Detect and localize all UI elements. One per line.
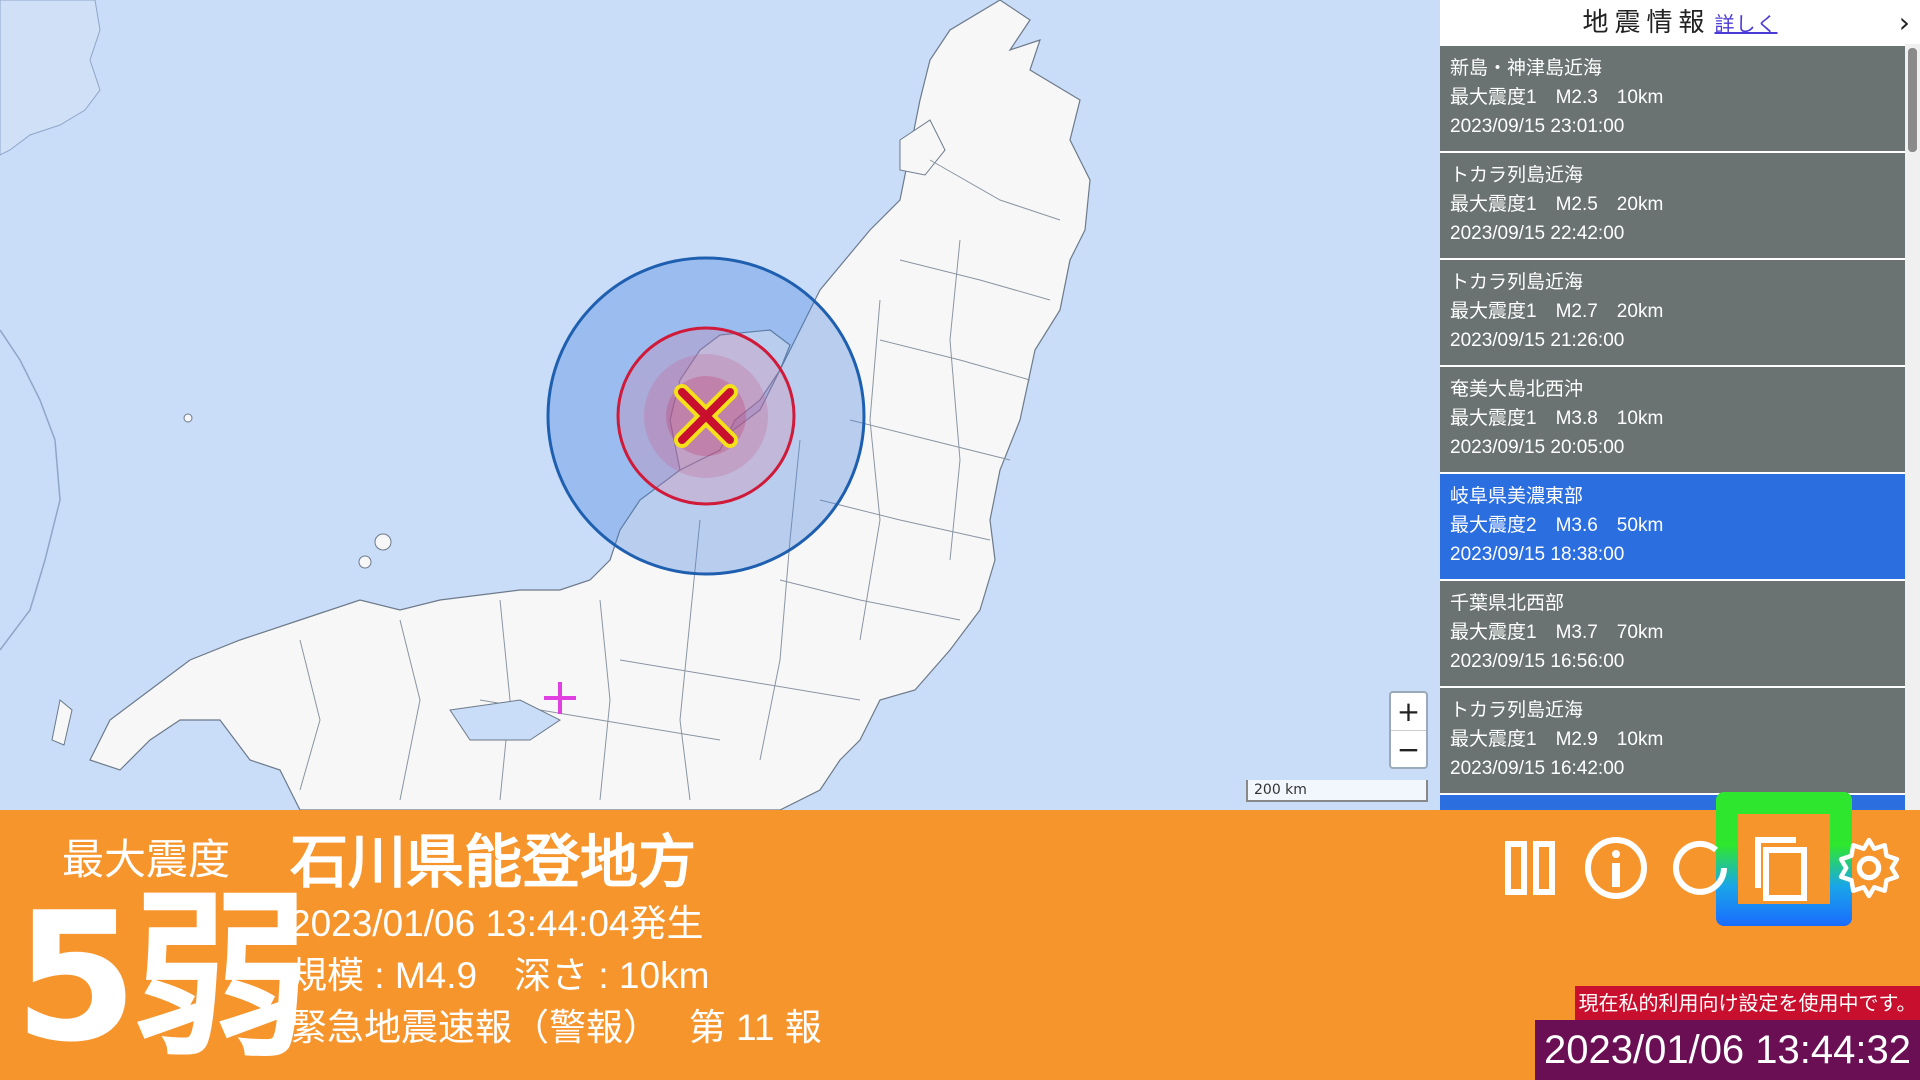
current-time-clock: 2023/01/06 13:44:32 — [1535, 1020, 1920, 1080]
details-link[interactable]: 詳しく — [1715, 12, 1778, 36]
list-item[interactable]: 千葉県北西部 最大震度1 M3.7 70km 2023/09/15 16:56:… — [1440, 579, 1905, 686]
occurred-time: 2023/01/06 13:44:04発生 — [290, 903, 704, 944]
alert-panel: 最大震度 5弱 石川県能登地方 2023/01/06 13:44:04発生 規模… — [0, 792, 1920, 1080]
gear-icon[interactable] — [1834, 828, 1904, 908]
list-item-time: 2023/09/15 16:56:00 — [1450, 651, 1625, 672]
list-item-time: 2023/09/15 23:01:00 — [1450, 116, 1625, 137]
list-item-detail: 最大震度1 M2.3 10km — [1450, 87, 1664, 108]
sidebar-scrollbar[interactable] — [1905, 44, 1920, 810]
list-item-place: 奄美大島北西沖 — [1450, 379, 1584, 400]
list-item-selected[interactable]: 岐阜県美濃東部 最大震度2 M3.6 50km 2023/09/15 18:38… — [1440, 472, 1905, 579]
earthquake-info-sidebar: 地震情報 詳しく › 新島・神津島近海 最大震度1 M2.3 10km 2023/… — [1440, 0, 1920, 810]
list-item-time: 2023/09/15 18:38:00 — [1450, 544, 1625, 565]
private-use-notice: 現在私的利用向け設定を使用中です。 — [1575, 986, 1920, 1020]
scrollbar-thumb[interactable] — [1908, 48, 1917, 152]
list-item[interactable]: 新島・神津島近海 最大震度1 M2.3 10km 2023/09/15 23:0… — [1440, 44, 1905, 151]
info-icon[interactable] — [1576, 828, 1656, 908]
list-item-detail: 最大震度2 M3.6 50km — [1450, 515, 1664, 536]
region-name: 石川県能登地方 — [290, 828, 697, 896]
zoom-control: + − — [1389, 691, 1428, 769]
list-item-time: 2023/09/15 21:26:00 — [1450, 330, 1625, 351]
list-item-detail: 最大震度1 M3.7 70km — [1450, 622, 1664, 643]
japan-map — [0, 0, 1440, 810]
report-number: 緊急地震速報（警報） 第 11 報 — [290, 1007, 822, 1048]
list-item[interactable]: 奄美大島北西沖 最大震度1 M3.8 10km 2023/09/15 20:05… — [1440, 365, 1905, 472]
list-item-detail: 最大震度1 M2.9 10km — [1450, 729, 1664, 750]
zoom-out-button[interactable]: − — [1391, 730, 1426, 767]
list-item-time: 2023/09/15 22:42:00 — [1450, 223, 1625, 244]
list-item-time: 2023/09/15 20:05:00 — [1450, 437, 1625, 458]
list-item[interactable]: トカラ列島近海 最大震度1 M2.7 20km 2023/09/15 21:26… — [1440, 258, 1905, 365]
copy-icon[interactable] — [1744, 828, 1824, 908]
list-item-time: 2023/09/15 16:42:00 — [1450, 758, 1625, 779]
earthquake-map[interactable]: + − 200 km — [0, 0, 1440, 810]
earthquake-list: 新島・神津島近海 最大震度1 M2.3 10km 2023/09/15 23:0… — [1440, 44, 1905, 810]
list-item-place: トカラ列島近海 — [1450, 700, 1584, 721]
magnitude-depth: 規模 : M4.9 深さ : 10km — [290, 955, 710, 996]
list-item-place: 千葉県北西部 — [1450, 593, 1565, 614]
list-item[interactable]: トカラ列島近海 最大震度1 M2.9 10km 2023/09/15 16:42… — [1440, 686, 1905, 793]
list-item-place: トカラ列島近海 — [1450, 272, 1584, 293]
list-item-detail: 最大震度1 M3.8 10km — [1450, 408, 1664, 429]
list-item-place: 岐阜県美濃東部 — [1450, 486, 1584, 507]
list-item[interactable]: トカラ列島近海 最大震度1 M2.5 20km 2023/09/15 22:42… — [1440, 151, 1905, 258]
list-item-detail: 最大震度1 M2.5 20km — [1450, 194, 1664, 215]
list-item-place: トカラ列島近海 — [1450, 165, 1584, 186]
max-intensity-value: 5弱 — [14, 874, 310, 1080]
chevron-right-icon[interactable]: › — [1899, 0, 1910, 46]
sidebar-title: 地震情報 — [1582, 8, 1711, 38]
pause-icon[interactable] — [1490, 828, 1570, 908]
app-window: + − 200 km 地震情報 詳しく › 新島・神津島近海 最大震度1 M2.3… — [0, 0, 1920, 1080]
scale-bar: 200 km — [1246, 780, 1428, 802]
list-item-detail: 最大震度1 M2.7 20km — [1450, 301, 1664, 322]
sidebar-header: 地震情報 詳しく › — [1440, 0, 1920, 44]
refresh-icon[interactable] — [1660, 828, 1740, 908]
list-item-place: 新島・神津島近海 — [1450, 58, 1603, 79]
zoom-in-button[interactable]: + — [1391, 693, 1426, 730]
